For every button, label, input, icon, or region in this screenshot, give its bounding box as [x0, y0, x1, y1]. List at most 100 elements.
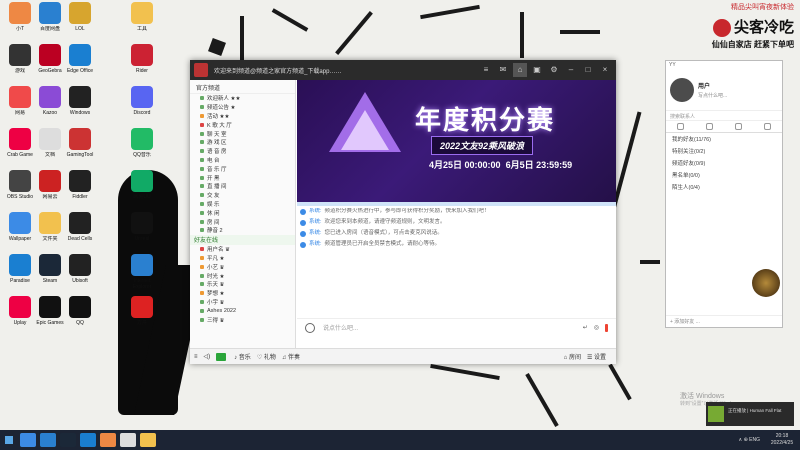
volume-icon[interactable]: ◁) [204, 353, 211, 360]
promo-ad[interactable]: 精品尖叫宵夜新体验 尖客冷吃 仙仙自家店 赶紧下单吧 [684, 2, 794, 50]
member-item[interactable]: 用户名 ♛ [190, 245, 295, 254]
app-icon [131, 170, 153, 192]
bottom-item-gift[interactable]: ♡ 礼物 [257, 352, 276, 361]
channel-item-label: 游 戏 区 [207, 140, 227, 147]
contact-search-input[interactable]: 搜索联系人 [666, 111, 782, 121]
member-item[interactable]: 乐天 ♛ [190, 280, 295, 289]
channel-item[interactable]: 游 戏 区 [190, 138, 295, 147]
desktop-icon[interactable]: Dead Cells [62, 212, 98, 248]
panel-signature[interactable]: 写点什么吧... [698, 92, 727, 99]
panel-bottom-bar[interactable]: + 添加好友 ... [666, 315, 782, 327]
member-section-title[interactable]: 好友在线 [190, 234, 295, 245]
app-titlebar[interactable]: 欢迎来到频道@频道之家官方频道_下载app…… ≡ ✉ ⌂ ▣ ⚙ – □ × [190, 60, 616, 80]
member-item[interactable]: 时光 ★ [190, 271, 295, 280]
bottom-item-accompany[interactable]: ♫ 伴奏 [282, 352, 300, 361]
screen-icon[interactable]: ▣ [530, 63, 544, 77]
member-item[interactable]: 平凡 ★ [190, 254, 295, 263]
desktop-icon[interactable]: 方舟 [124, 296, 160, 332]
taskbar-app-icon[interactable] [20, 433, 36, 447]
tab-friends-icon[interactable] [706, 123, 713, 130]
member-item[interactable]: Ashes 2022 [190, 306, 295, 315]
member-item[interactable]: 小艺 ♛ [190, 262, 295, 271]
desktop-icon[interactable]: GamingTool [62, 128, 98, 164]
desktop-icon[interactable]: Windows [62, 86, 98, 122]
desktop-icon[interactable]: Unreal [124, 212, 160, 248]
contact-group[interactable]: 特别关注(0/2) [666, 145, 782, 157]
send-icon[interactable]: ↵ [583, 324, 588, 331]
voice-toggle-button[interactable] [216, 352, 227, 361]
status-dot-icon [200, 166, 204, 171]
chat-input[interactable]: 说点什么吧... [323, 323, 577, 332]
close-button[interactable]: × [598, 63, 612, 77]
desktop-icon[interactable]: LOL [62, 2, 98, 38]
app-icon [131, 44, 153, 66]
contact-group[interactable]: 黑名单(0/0) [666, 169, 782, 181]
bottom-item-music[interactable]: ♪ 音乐 [234, 352, 251, 361]
channel-item[interactable]: 电 台 [190, 156, 295, 165]
emoji-icon[interactable] [305, 322, 315, 333]
channel-item[interactable]: 娱 乐 [190, 200, 295, 209]
desktop-icon[interactable]: Fiddler [62, 170, 98, 206]
channel-item[interactable]: 静音 2 [190, 226, 295, 235]
channel-avatar[interactable] [194, 63, 208, 77]
system-tray[interactable]: ∧ ⊕ ENG [739, 437, 760, 443]
channel-item[interactable]: K 歌 大 厅 [190, 120, 295, 129]
start-button[interactable] [0, 430, 18, 450]
taskbar-clock[interactable]: 20:18 2022/4/25 [764, 433, 800, 447]
panel-user-card[interactable]: 用户 写点什么吧... [666, 69, 782, 111]
desktop-icon[interactable]: Ubisoft [62, 254, 98, 290]
channel-item[interactable]: 频道公告 ★ [190, 103, 295, 112]
settings-icon[interactable]: ⚙ [547, 63, 561, 77]
desktop-icon-label: GamingTool [66, 152, 94, 158]
member-item[interactable]: 小宇 ♛ [190, 298, 295, 307]
taskbar-app-icon[interactable] [100, 433, 116, 447]
desktop-icon[interactable]: Internet Explorer [124, 254, 160, 290]
desktop-icon[interactable]: Edge Office [62, 44, 98, 80]
channel-item[interactable]: 语 音 房 [190, 147, 295, 156]
desktop-icon[interactable]: 网易UU [124, 170, 160, 206]
channel-item[interactable]: 开 黑 [190, 173, 295, 182]
tab-groups-icon[interactable] [735, 123, 742, 130]
mail-icon[interactable]: ✉ [496, 63, 510, 77]
event-banner[interactable]: 年度积分赛 2022文友92乘风破浪 4月25日 00:00:00 6月5日 2… [297, 80, 616, 202]
speaker-icon[interactable]: ◎ [594, 324, 599, 331]
channel-item[interactable]: 房 间 [190, 217, 295, 226]
maximize-button[interactable]: □ [581, 63, 595, 77]
home-icon[interactable]: ⌂ [513, 63, 527, 77]
desktop-icon[interactable]: Discord [124, 86, 160, 122]
bottom-item-settings[interactable]: ☰ 设置 [587, 352, 606, 361]
channel-item[interactable]: 交 友 [190, 191, 295, 200]
contact-group[interactable]: 陌生人(0/4) [666, 181, 782, 193]
taskbar-app-icon[interactable] [140, 433, 156, 447]
tab-channels-icon[interactable] [764, 123, 771, 130]
member-item[interactable]: 三得 ♛ [190, 315, 295, 324]
contact-group[interactable]: 我的好友(11/76) [666, 133, 782, 145]
bottom-item-room[interactable]: ⌂ 房间 [564, 352, 581, 361]
channel-item[interactable]: 欢迎新人 ★★ [190, 94, 295, 103]
taskbar-app-icon[interactable] [40, 433, 56, 447]
channel-item[interactable]: 聊 天 室 [190, 129, 295, 138]
channel-item[interactable]: 活动 ★★ [190, 112, 295, 121]
taskbar-app-icon[interactable] [80, 433, 96, 447]
minimize-button[interactable]: – [564, 63, 578, 77]
tab-recent-icon[interactable] [677, 123, 684, 130]
mic-icon[interactable] [605, 323, 608, 332]
desktop-icon[interactable]: QQ音乐 [124, 128, 160, 164]
avatar[interactable] [670, 77, 694, 102]
channel-item[interactable]: 音 乐 厅 [190, 164, 295, 173]
member-item-label: 用户名 ♛ [207, 247, 230, 254]
contact-group[interactable]: 频道好友(0/9) [666, 157, 782, 169]
mini-player-window[interactable]: 正在播放 | Human Fall Flat [706, 402, 794, 426]
desktop-icon[interactable]: 工具 [124, 2, 160, 38]
desktop-icon[interactable]: Rider [124, 44, 160, 80]
channel-item[interactable]: 直 播 间 [190, 182, 295, 191]
menu-button[interactable]: ≡ [194, 354, 198, 360]
menu-icon[interactable]: ≡ [479, 63, 493, 77]
member-item[interactable]: 梦想 ★ [190, 289, 295, 298]
channel-item[interactable]: 休 闲 [190, 208, 295, 217]
channel-sidebar[interactable]: 官方频道 欢迎新人 ★★ 频道公告 ★ 活动 ★★ K 歌 大 厅聊 天 室游 戏 区… [190, 80, 296, 348]
taskbar-app-icon[interactable] [60, 433, 76, 447]
windows-icon [5, 436, 13, 444]
desktop-icon[interactable]: QQ [62, 296, 98, 332]
taskbar-app-icon[interactable] [120, 433, 136, 447]
